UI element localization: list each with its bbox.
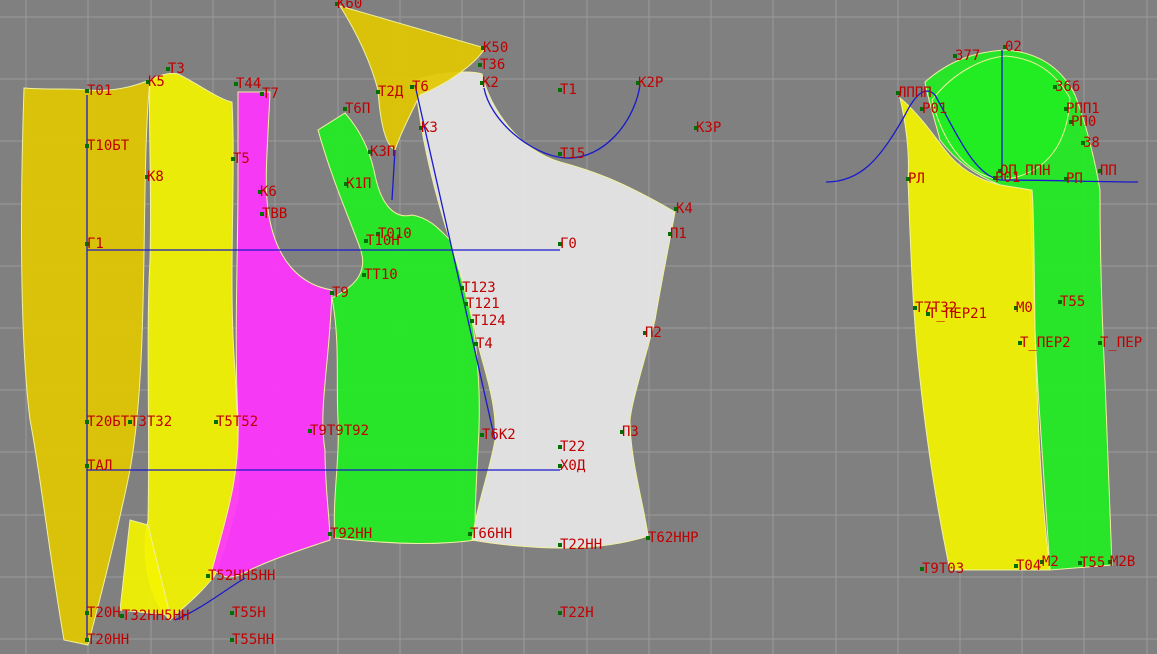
point-label: Т55НН — [232, 632, 274, 648]
point-label: Т52НН5НН — [208, 568, 275, 584]
point-label: Т22 — [560, 439, 585, 455]
point-label: Т3Т32 — [130, 414, 172, 430]
point-label: Т7 — [262, 86, 279, 102]
point-label: 02 — [1005, 39, 1022, 55]
point-label: П2 — [645, 325, 662, 341]
point-label: Т10Н — [366, 233, 400, 249]
point-label: Т62ННР — [648, 530, 699, 546]
point-label: ТТ10 — [364, 267, 398, 283]
point-label: Т55Н — [232, 605, 266, 621]
point-label: Т10БТ — [87, 138, 130, 154]
point-label: М2В — [1110, 554, 1135, 570]
point-label: Х0Д — [560, 458, 586, 474]
point-label: Т_ПЕР2 — [1020, 335, 1071, 351]
point-label: Т5Т52 — [216, 414, 258, 430]
point-label: К2Р — [638, 75, 663, 91]
point-label: Т6 — [412, 79, 429, 95]
point-label: К2 — [482, 75, 499, 91]
point-label: РЛ — [908, 171, 925, 187]
point-label: Т9Т03 — [922, 561, 964, 577]
point-label: Т04 — [1016, 558, 1041, 574]
point-label: Т5 — [233, 151, 250, 167]
point-label: К4 — [676, 201, 693, 217]
point-label: 38 — [1083, 135, 1100, 151]
point-label: Т22НН — [560, 537, 602, 553]
point-label: Т4 — [476, 336, 493, 352]
point-label: М0 — [1016, 300, 1033, 316]
point-label: Т66НН — [470, 526, 512, 542]
point-label: Т_ПЕР21 — [928, 306, 987, 322]
point-label: Т121 — [466, 296, 500, 312]
point-label: ПП — [1100, 163, 1117, 179]
point-label: Т20Н — [87, 605, 121, 621]
point-label: Т124 — [472, 313, 506, 329]
point-label: К8 — [147, 169, 164, 185]
point-label: ТАЛ — [87, 458, 112, 474]
point-label: РП0 — [1071, 114, 1096, 130]
point-label: Т32НН5НН — [122, 608, 189, 624]
point-label: 377 — [955, 48, 980, 64]
point-label: Т1 — [560, 82, 577, 98]
point-label: К1П — [346, 176, 371, 192]
point-label: П3 — [622, 424, 639, 440]
point-label: Р01 — [995, 170, 1020, 186]
point-label: К3Р — [696, 120, 721, 136]
point-label: К3П — [370, 144, 395, 160]
point-label: Т2Д — [378, 84, 404, 100]
point-label: Т20БТ — [87, 414, 130, 430]
point-label: Т3 — [168, 61, 185, 77]
point-label: К6 — [260, 184, 277, 200]
point-label: Т6П — [345, 101, 370, 117]
point-label: Т55 — [1060, 294, 1085, 310]
point-label: РП — [1066, 171, 1083, 187]
point-label: Т36 — [480, 57, 505, 73]
point-label: М2 — [1042, 554, 1059, 570]
point-label: К5 — [148, 74, 165, 90]
point-label: Т44 — [236, 76, 261, 92]
point-label: 366 — [1055, 79, 1080, 95]
point-label: Т15 — [560, 146, 585, 162]
point-label: К60 — [337, 0, 362, 12]
point-label: Т01 — [87, 83, 112, 99]
point-label: Т_ПЕР — [1100, 335, 1142, 351]
point-label: Г0 — [560, 236, 577, 252]
point-label: Р01 — [922, 101, 947, 117]
point-label: К3 — [421, 120, 438, 136]
point-label: Т123 — [462, 280, 496, 296]
point-label: П1 — [670, 226, 687, 242]
point-label: Т92НН — [330, 526, 372, 542]
point-label: ТВВ — [262, 206, 287, 222]
point-label: Т22Н — [560, 605, 594, 621]
point-label: К50 — [483, 40, 508, 56]
pattern-canvas[interactable]: К60К50Т36Т6 К2 Т1 К2РК3РТ01К5Т3Т44Т7Т6ПТ2ДК… — [0, 0, 1157, 654]
point-label: Т6К2 — [482, 427, 516, 443]
point-label: Т55 — [1080, 555, 1105, 571]
point-label: Т9Т9Т92 — [310, 423, 369, 439]
point-label: ЛППП — [898, 85, 932, 101]
point-label: Т20НН — [87, 632, 129, 648]
point-label: Т9 — [332, 285, 349, 301]
point-label: Г1 — [87, 236, 104, 252]
